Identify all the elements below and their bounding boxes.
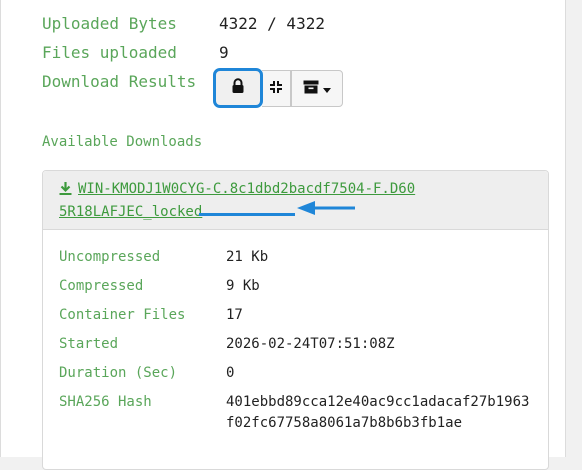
detail-value: 17 xyxy=(226,307,243,323)
detail-label: SHA256 Hash xyxy=(59,394,152,410)
download-card: WIN-KMODJ1W0CYG-C.8c1dbd2bacdf7504-F.D60… xyxy=(42,170,549,470)
caret-down-icon xyxy=(323,79,331,98)
uploaded-bytes-label: Uploaded Bytes xyxy=(42,14,177,33)
detail-value: 21 Kb xyxy=(226,249,269,265)
detail-row-duration: Duration (Sec) 0 xyxy=(43,364,548,382)
detail-row-sha256: SHA256 Hash 401ebbd89cca12e40ac9cc1adaca… xyxy=(43,393,548,431)
detail-row-uncompressed: Uncompressed 21 Kb xyxy=(43,248,548,266)
detail-row-container-files: Container Files 17 xyxy=(43,306,548,324)
detail-label: Compressed xyxy=(59,278,144,294)
download-link[interactable]: WIN-KMODJ1W0CYG-C.8c1dbd2bacdf7504-F.D60… xyxy=(59,179,419,223)
detail-label: Started xyxy=(59,336,119,352)
files-uploaded-value: 9 xyxy=(219,43,229,62)
files-uploaded-row: Files uploaded 9 xyxy=(1,43,561,62)
compress-download-button[interactable] xyxy=(262,70,291,107)
sha256-hash-value: 401ebbd89cca12e40ac9cc1adacaf27b1963f02f… xyxy=(226,394,530,431)
download-card-header: WIN-KMODJ1W0CYG-C.8c1dbd2bacdf7504-F.D60… xyxy=(43,171,548,230)
lock-icon xyxy=(231,78,245,98)
lock-download-button[interactable] xyxy=(213,68,263,108)
detail-label: Container Files xyxy=(59,307,186,323)
download-icon xyxy=(59,181,72,202)
detail-label: Uncompressed xyxy=(59,249,161,265)
arrow-left-icon xyxy=(297,201,355,215)
detail-value: 2026-02-24T07:51:08Z xyxy=(226,336,395,352)
detail-label: Duration (Sec) xyxy=(59,365,178,381)
detail-value: 0 xyxy=(226,365,235,381)
detail-value: 9 Kb xyxy=(226,278,260,294)
flow-results-panel: Uploaded Bytes 4322 / 4322 Files uploade… xyxy=(0,0,566,470)
files-uploaded-label: Files uploaded xyxy=(42,43,177,62)
archive-dropdown-button[interactable] xyxy=(291,70,343,107)
download-results-label: Download Results xyxy=(42,72,197,91)
uploaded-bytes-row: Uploaded Bytes 4322 / 4322 xyxy=(1,14,561,33)
available-downloads-title: Available Downloads xyxy=(42,134,203,150)
detail-row-compressed: Compressed 9 Kb xyxy=(43,277,548,295)
archive-icon xyxy=(303,79,319,98)
download-results-button-group xyxy=(213,68,343,109)
detail-row-started: Started 2026-02-24T07:51:08Z xyxy=(43,335,548,353)
uploaded-bytes-value: 4322 / 4322 xyxy=(219,14,325,33)
compress-icon xyxy=(269,79,283,98)
